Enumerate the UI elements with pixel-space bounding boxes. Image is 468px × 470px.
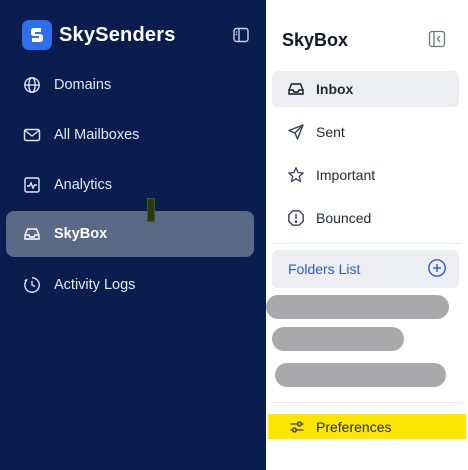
folder-inbox[interactable]: Inbox xyxy=(272,71,459,107)
inbox-icon xyxy=(286,79,306,99)
sliders-icon xyxy=(288,418,306,436)
sidebar-item-label: All Mailboxes xyxy=(54,127,140,143)
globe-icon xyxy=(22,75,42,95)
alert-icon xyxy=(286,208,306,228)
mail-icon xyxy=(22,125,42,145)
folder-skeleton xyxy=(272,327,404,351)
preferences-label: Preferences xyxy=(316,418,392,435)
folder-label: Important xyxy=(316,167,376,183)
sidebar-item-domains[interactable]: Domains xyxy=(6,62,254,108)
folder-label: Sent xyxy=(316,124,345,140)
sidebar-item-label: Domains xyxy=(54,77,112,93)
main-sidebar: SkySenders Domains All Mailboxes Analyti… xyxy=(0,0,266,470)
clock-icon xyxy=(22,275,42,295)
divider xyxy=(272,243,462,244)
send-icon xyxy=(286,122,306,142)
sidebar-item-label: Activity Logs xyxy=(54,277,136,293)
preferences-button[interactable]: Preferences xyxy=(268,414,466,439)
brand-name: SkySenders xyxy=(59,23,176,46)
sidebar-item-label: Analytics xyxy=(54,177,113,193)
analytics-icon xyxy=(22,175,42,195)
sidebar-item-label: SkyBox xyxy=(54,226,108,242)
sidebar-item-all-mailboxes[interactable]: All Mailboxes xyxy=(6,112,254,158)
inbox-icon xyxy=(22,224,42,244)
sidebar-item-skybox[interactable]: SkyBox xyxy=(6,211,254,257)
folder-bounced[interactable]: Bounced xyxy=(272,200,459,236)
folder-sent[interactable]: Sent xyxy=(272,114,459,150)
skybox-panel: SkyBox Inbox Sent Important Bounced Fold… xyxy=(266,6,466,470)
cursor-marker xyxy=(147,198,155,222)
folder-skeleton xyxy=(266,295,449,319)
folders-list-label: Folders List xyxy=(288,261,361,277)
divider xyxy=(272,402,462,403)
brand[interactable]: SkySenders xyxy=(22,20,176,50)
sidebar-toggle-icon[interactable] xyxy=(232,26,250,44)
folder-important[interactable]: Important xyxy=(272,157,459,193)
folders-list-header[interactable]: Folders List xyxy=(272,250,459,288)
star-icon xyxy=(286,165,306,185)
brand-logo-icon xyxy=(22,20,52,50)
panel-title: SkyBox xyxy=(282,30,349,50)
panel-collapse-icon[interactable] xyxy=(428,30,446,48)
folder-label: Bounced xyxy=(316,210,372,226)
sidebar-item-analytics[interactable]: Analytics xyxy=(6,162,254,208)
folder-skeleton xyxy=(275,363,446,387)
add-folder-icon[interactable] xyxy=(427,258,447,281)
folder-label: Inbox xyxy=(316,81,354,97)
sidebar-item-activity-logs[interactable]: Activity Logs xyxy=(6,262,254,308)
